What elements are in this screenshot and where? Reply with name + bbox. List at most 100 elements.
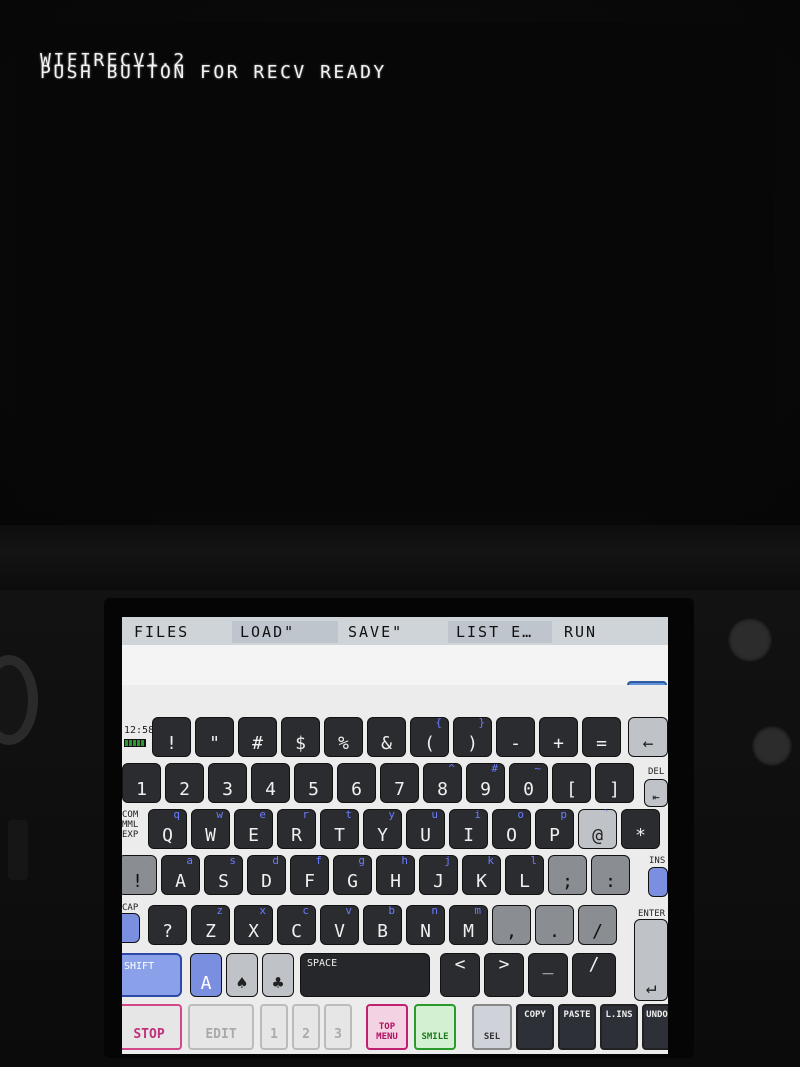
mode-exp[interactable]: EXP xyxy=(122,830,138,840)
symbol-mode-key[interactable]: ♠ xyxy=(226,953,258,997)
key-row4-9[interactable]: . xyxy=(535,905,574,945)
face-button-top[interactable] xyxy=(728,618,772,662)
slash-key[interactable]: / xyxy=(572,953,616,997)
key-row1-2[interactable]: 3 xyxy=(208,763,247,803)
key-row3-4[interactable]: Ff xyxy=(290,854,329,895)
key-label: * xyxy=(635,825,646,846)
key-row0-0[interactable]: ! xyxy=(152,717,191,757)
key-row3-1[interactable]: Aa xyxy=(161,854,200,895)
key-row2-9[interactable]: Pp xyxy=(535,808,574,849)
edit-button[interactable]: EDIT xyxy=(188,1004,254,1050)
key-row0-1[interactable]: " xyxy=(195,717,234,757)
key-row4-0[interactable]: ? xyxy=(148,905,187,945)
key-row1-7[interactable]: 8 ^ xyxy=(423,762,462,803)
key-row2-10[interactable]: @ ` xyxy=(578,808,617,849)
key-row2-7[interactable]: Ii xyxy=(449,808,488,849)
key-row1-1[interactable]: 2 xyxy=(165,763,204,803)
key-row2-4[interactable]: Tt xyxy=(320,808,359,849)
cursor-left-key[interactable]: < xyxy=(440,953,480,997)
menu-list[interactable]: LIST E… xyxy=(448,621,552,643)
key-row0-9[interactable]: + xyxy=(539,717,578,757)
key-row3-10[interactable]: ; xyxy=(548,855,587,895)
caps-lock-key[interactable] xyxy=(122,913,140,943)
key-row0-3[interactable]: $ xyxy=(281,717,320,757)
key-row3-5[interactable]: Gg xyxy=(333,854,372,895)
underscore-key[interactable]: _ xyxy=(528,953,568,997)
key-row0-10[interactable]: = xyxy=(582,717,621,757)
mode-com[interactable]: COM xyxy=(122,810,138,820)
program-slot-2[interactable]: 2 xyxy=(292,1004,320,1050)
menu-load[interactable]: LOAD" xyxy=(232,621,338,643)
key-row1-10[interactable]: [ xyxy=(552,763,591,803)
key-row2-6[interactable]: Uu xyxy=(406,808,445,849)
key-row4-1[interactable]: Zz xyxy=(191,904,230,945)
key-row1-11[interactable]: ] xyxy=(595,763,634,803)
backspace-key[interactable]: ← xyxy=(628,717,668,757)
key-row3-3[interactable]: Dd xyxy=(247,854,286,895)
key-row3-11[interactable]: : xyxy=(591,855,630,895)
key-row0-8[interactable]: - xyxy=(496,717,535,757)
key-row4-8[interactable]: , xyxy=(492,905,531,945)
key-row2-1[interactable]: Ww xyxy=(191,808,230,849)
select-button[interactable]: SEL xyxy=(472,1004,512,1050)
key-row0-7[interactable]: )} xyxy=(453,716,492,757)
key-row4-5[interactable]: Bb xyxy=(363,904,402,945)
key-row3-9[interactable]: Ll xyxy=(505,854,544,895)
key-row4-7[interactable]: Mm xyxy=(449,904,488,945)
key-row2-0[interactable]: Qq xyxy=(148,808,187,849)
key-row4-6[interactable]: Nn xyxy=(406,904,445,945)
menu-files[interactable]: FILES xyxy=(126,621,197,643)
key-row3-7[interactable]: Jj xyxy=(419,854,458,895)
smile-button[interactable]: SMILE xyxy=(414,1004,456,1050)
key-row1-3[interactable]: 4 xyxy=(251,763,290,803)
dpad[interactable] xyxy=(8,820,28,880)
key-row0-6[interactable]: ({ xyxy=(410,716,449,757)
key-row2-8[interactable]: Oo xyxy=(492,808,531,849)
face-button-right[interactable] xyxy=(752,726,792,766)
undo-button[interactable]: UNDO xyxy=(642,1004,668,1050)
key-row1-9[interactable]: 0 ~ xyxy=(509,762,548,803)
key-row2-2[interactable]: Ee xyxy=(234,808,273,849)
top-menu-button[interactable]: TOP MENU xyxy=(366,1004,408,1050)
key-row2-3[interactable]: Rr xyxy=(277,808,316,849)
key-row3-0[interactable]: ! xyxy=(122,855,157,895)
key-row4-10[interactable]: / xyxy=(578,905,617,945)
key-row0-5[interactable]: & xyxy=(367,717,406,757)
key-label: A xyxy=(175,871,186,892)
stop-button[interactable]: STOP xyxy=(122,1004,182,1050)
key-label: & xyxy=(381,733,392,754)
key-row1-6[interactable]: 7 xyxy=(380,763,419,803)
key-row0-4[interactable]: % xyxy=(324,717,363,757)
graphic-mode-key[interactable]: ♣ xyxy=(262,953,294,997)
key-row4-2[interactable]: Xx xyxy=(234,904,273,945)
key-sub-label: r xyxy=(302,808,309,821)
key-row3-6[interactable]: Hh xyxy=(376,854,415,895)
key-row1-4[interactable]: 5 xyxy=(294,763,333,803)
key-row2-11[interactable]: * xyxy=(621,809,660,849)
copy-button[interactable]: COPY xyxy=(516,1004,554,1050)
key-row1-8[interactable]: 9 # xyxy=(466,762,505,803)
key-row2-5[interactable]: Yy xyxy=(363,808,402,849)
key-row3-2[interactable]: Ss xyxy=(204,854,243,895)
enter-key[interactable]: ↵ xyxy=(634,919,668,1001)
line-insert-button[interactable]: L.INS xyxy=(600,1004,638,1050)
key-row1-5[interactable]: 6 xyxy=(337,763,376,803)
menu-run[interactable]: RUN xyxy=(556,621,605,643)
kana-mode-key[interactable]: A xyxy=(190,953,222,997)
space-key[interactable]: SPACE xyxy=(300,953,430,997)
del-key[interactable]: ⇤ xyxy=(644,779,668,807)
paste-button[interactable]: PASTE xyxy=(558,1004,596,1050)
key-row4-3[interactable]: Cc xyxy=(277,904,316,945)
menu-save[interactable]: SAVE" xyxy=(340,621,411,643)
ins-key[interactable] xyxy=(648,867,668,897)
cursor-right-key[interactable]: > xyxy=(484,953,524,997)
key-row3-8[interactable]: Kk xyxy=(462,854,501,895)
key-row4-4[interactable]: Vv xyxy=(320,904,359,945)
key-row1-0[interactable]: 1 xyxy=(122,763,161,803)
key-sub-label: q xyxy=(173,808,180,821)
key-row0-2[interactable]: # xyxy=(238,717,277,757)
program-slot-1[interactable]: 1 xyxy=(260,1004,288,1050)
mode-mml[interactable]: MML xyxy=(122,820,138,830)
program-slot-3[interactable]: 3 xyxy=(324,1004,352,1050)
shift-key[interactable]: SHIFT xyxy=(122,953,182,997)
